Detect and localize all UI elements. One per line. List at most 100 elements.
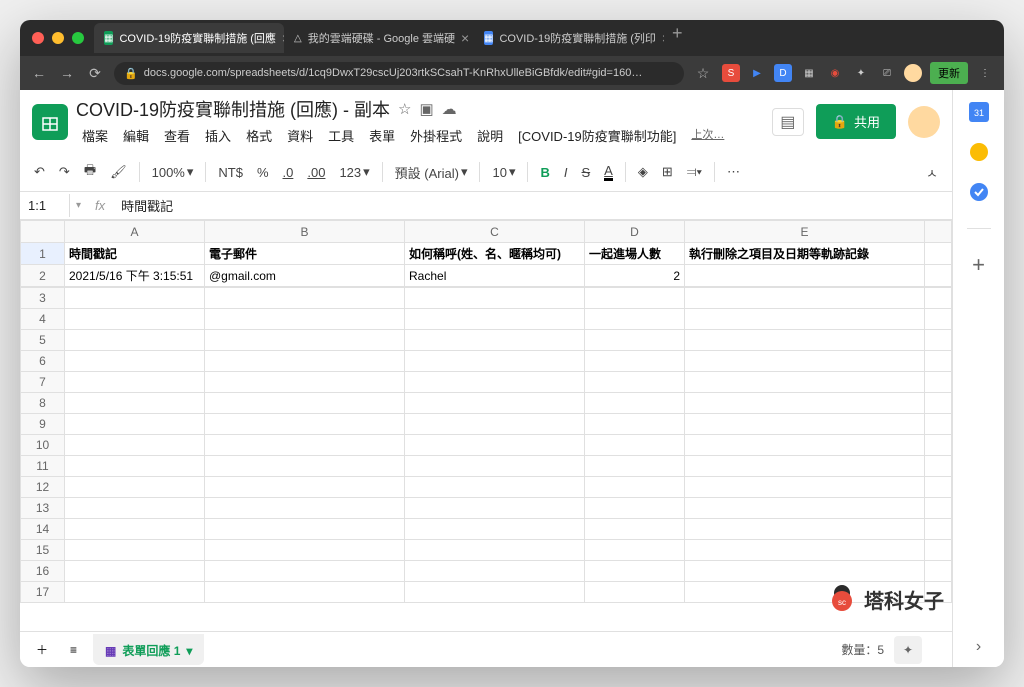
number-format-select[interactable]: 123 ▾ [333,160,375,184]
reload-button[interactable]: ⟳ [86,65,104,82]
row-header[interactable]: 15 [21,540,65,561]
cell[interactable] [685,498,925,519]
cell[interactable] [405,582,585,603]
row-header[interactable]: 16 [21,561,65,582]
cell[interactable]: 一起進場人數 [585,243,685,265]
name-box[interactable]: 1:1 [20,194,70,217]
cell[interactable] [405,498,585,519]
cell[interactable] [65,561,205,582]
ext-icon[interactable]: S [722,64,740,82]
cell[interactable] [65,372,205,393]
strike-button[interactable]: S [576,161,597,184]
fill-color-button[interactable]: ◈ [632,160,654,184]
cell[interactable] [585,309,685,330]
cell[interactable] [405,309,585,330]
menu-help[interactable]: 說明 [471,124,509,147]
row-header[interactable]: 17 [21,582,65,603]
cell[interactable] [685,477,925,498]
cell[interactable] [685,372,925,393]
row-header[interactable]: 14 [21,519,65,540]
update-button[interactable]: 更新 [930,62,968,84]
cell[interactable]: 如何稱呼(姓、名、暱稱均可) [405,243,585,265]
cell[interactable] [685,309,925,330]
paint-format-button[interactable]: 🖌 [104,160,133,184]
cell[interactable] [205,456,405,477]
row-header[interactable]: 10 [21,435,65,456]
doc-title[interactable]: COVID-19防疫實聯制措施 (回應) - 副本 [76,96,390,122]
row-header[interactable]: 5 [21,330,65,351]
status-count[interactable]: 數量：5 [841,641,884,658]
cell[interactable] [65,435,205,456]
cell[interactable] [205,414,405,435]
calendar-icon[interactable]: 31 [969,102,989,122]
text-color-button[interactable]: A [598,159,619,185]
cell[interactable] [205,582,405,603]
cell[interactable] [405,351,585,372]
explore-button[interactable]: ✦ [894,636,922,664]
close-icon[interactable] [32,32,44,44]
menu-edit[interactable]: 編輯 [117,124,155,147]
cell[interactable] [65,498,205,519]
menu-insert[interactable]: 插入 [199,124,237,147]
star-icon[interactable]: ☆ [398,100,411,118]
cell[interactable] [205,435,405,456]
col-header-c[interactable]: C [405,221,585,243]
ext-icon[interactable]: D [774,64,792,82]
row-header[interactable]: 8 [21,393,65,414]
browser-tab[interactable]: △ 我的雲端硬碟 - Google 雲端硬 × [284,23,474,53]
row-header[interactable]: 13 [21,498,65,519]
menu-file[interactable]: 檔案 [76,124,114,147]
cell[interactable] [685,393,925,414]
borders-button[interactable]: ⊞ [656,160,679,184]
row-header[interactable]: 7 [21,372,65,393]
redo-button[interactable]: ↷ [53,160,76,184]
cell[interactable] [405,477,585,498]
cell[interactable]: 2 [585,265,685,287]
share-button[interactable]: 🔒共用 [816,104,896,139]
cell[interactable] [65,456,205,477]
cell[interactable] [585,561,685,582]
cell[interactable] [205,288,405,309]
cell[interactable] [205,309,405,330]
cell[interactable] [685,561,925,582]
menu-icon[interactable]: ⋮ [976,64,994,82]
cell[interactable] [65,477,205,498]
move-icon[interactable]: ▣ [419,100,433,118]
comment-button[interactable]: ▤ [772,108,804,136]
cell[interactable] [585,288,685,309]
cell[interactable] [405,414,585,435]
cell[interactable] [685,288,925,309]
bold-button[interactable]: B [534,161,555,184]
col-header-d[interactable]: D [585,221,685,243]
spreadsheet-grid[interactable]: A B C D E 1 時間戳記 電子郵件 如何稱呼(姓、名、暱稱均可) 一起進… [20,220,952,631]
close-icon[interactable]: × [461,30,469,46]
cell[interactable] [585,582,685,603]
cell[interactable] [925,498,952,519]
percent-button[interactable]: % [251,161,275,184]
row-header[interactable]: 9 [21,414,65,435]
cell[interactable] [205,540,405,561]
cell[interactable] [65,519,205,540]
cell[interactable] [65,288,205,309]
cell[interactable] [405,435,585,456]
cell[interactable] [925,561,952,582]
font-select[interactable]: 預設 (Arial) ▾ [389,159,474,186]
new-tab-button[interactable]: + [664,23,691,53]
row-header[interactable]: 1 [21,243,65,265]
font-size-select[interactable]: 10 ▾ [486,160,521,184]
cell[interactable] [405,456,585,477]
back-button[interactable]: ← [30,65,48,81]
cell[interactable] [585,435,685,456]
more-button[interactable]: ⋯ [721,160,746,184]
tasks-icon[interactable] [969,182,989,202]
cell[interactable] [925,540,952,561]
browser-tab[interactable]: ▦ COVID-19防疫實聯制措施 (列印 × [474,23,664,53]
keep-icon[interactable] [969,142,989,162]
forward-button[interactable]: → [58,65,76,81]
cell[interactable] [405,288,585,309]
ext-icon[interactable]: ▦ [800,64,818,82]
cell[interactable] [585,414,685,435]
cell[interactable] [925,265,952,287]
cell[interactable] [685,519,925,540]
cell[interactable]: 2021/5/16 下午 3:15:51 [65,265,205,287]
